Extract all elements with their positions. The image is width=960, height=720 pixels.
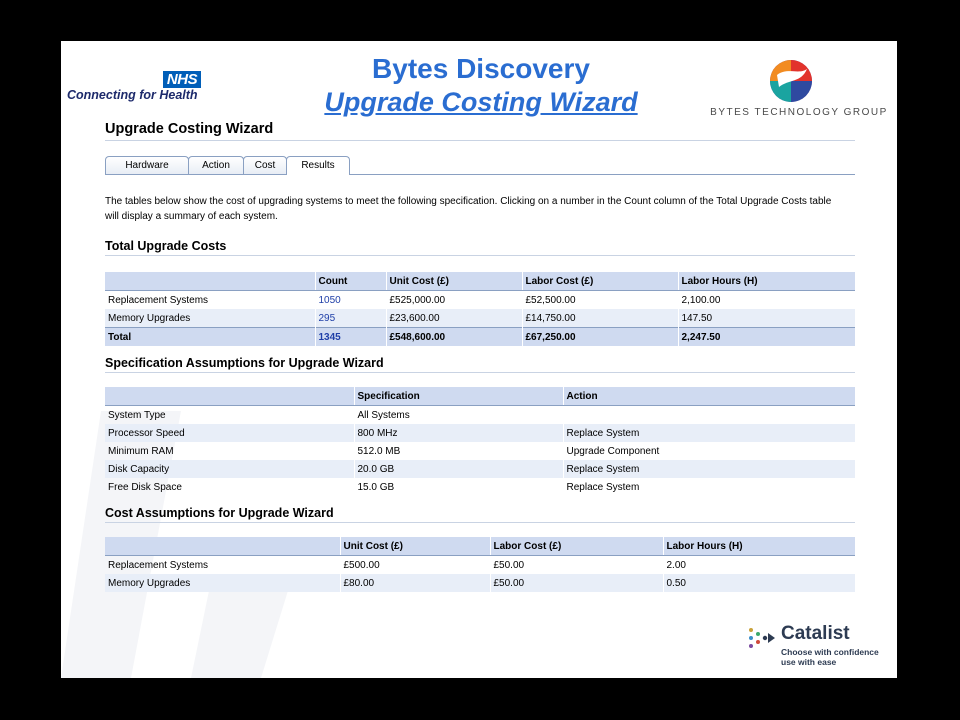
tab-action[interactable]: Action: [188, 156, 244, 174]
count-link[interactable]: 1050: [314, 290, 386, 309]
column-header: Labor Hours (H): [662, 537, 855, 556]
tab-results[interactable]: Results: [286, 156, 350, 175]
catalist-tagline: Choose with confidence use with ease: [781, 647, 891, 667]
column-header: Labor Cost (£): [489, 537, 663, 556]
row-label: Disk Capacity: [105, 460, 354, 478]
table-row: Processor Speed 800 MHz Replace System: [105, 424, 855, 442]
catalist-name: Catalist: [781, 623, 850, 644]
spec-cell: 20.0 GB: [353, 460, 563, 478]
slide: NHS Connecting for Health Bytes Discover…: [61, 41, 897, 678]
table-row: Memory Upgrades £80.00 £50.00 0.50: [105, 574, 855, 592]
tab-cost[interactable]: Cost: [243, 156, 287, 174]
spec-cell: 15.0 GB: [353, 478, 563, 496]
labor-hours-cell: 147.50: [677, 309, 855, 328]
catalist-tagline-line-1: Choose with confidence: [781, 647, 879, 657]
spec-cell: All Systems: [353, 405, 563, 424]
unit-cost-cell: £548,600.00: [385, 327, 522, 346]
table-header-row: Specification Action: [105, 387, 855, 406]
tab-hardware[interactable]: Hardware: [105, 156, 189, 174]
bytes-logo: BYTES TECHNOLOGY GROUP: [709, 57, 889, 123]
wizard-tabs: Hardware Action Cost Results: [105, 156, 855, 175]
row-label: Total: [105, 327, 315, 346]
unit-cost-cell: £500.00: [339, 555, 490, 574]
row-label: System Type: [108, 409, 166, 421]
action-cell: Replace System: [562, 424, 855, 442]
cost-assumptions-heading: Cost Assumptions for Upgrade Wizard: [105, 506, 855, 523]
slide-subtitle-wrap: Upgrade Costing Wizard: [211, 87, 751, 117]
column-header: [105, 272, 315, 291]
row-label: Replacement Systems: [108, 559, 209, 571]
unit-cost-cell: £80.00: [339, 574, 490, 592]
labor-cost-cell: £14,750.00: [521, 309, 678, 328]
count-link[interactable]: 295: [314, 309, 386, 328]
total-costs-heading: Total Upgrade Costs: [105, 239, 855, 256]
table-header-row: Unit Cost (£) Labor Cost (£) Labor Hours…: [105, 537, 855, 556]
labor-hours-cell: 0.50: [662, 574, 855, 592]
table-row: Replacement Systems £500.00 £50.00 2.00: [105, 555, 855, 574]
action-cell: [562, 405, 855, 424]
column-header: [105, 537, 340, 556]
labor-cost-cell: £52,500.00: [521, 290, 678, 309]
spec-cell: 512.0 MB: [353, 442, 563, 460]
wizard-content: Upgrade Costing Wizard Hardware Action C…: [105, 121, 855, 592]
labor-cost-cell: £50.00: [489, 555, 663, 574]
labor-cost-cell: £67,250.00: [521, 327, 678, 346]
spec-assumptions-heading: Specification Assumptions for Upgrade Wi…: [105, 356, 855, 373]
nhs-logo: NHS Connecting for Health: [67, 71, 207, 107]
catalist-arrows-icon: [749, 628, 775, 648]
page-heading: Upgrade Costing Wizard: [105, 121, 855, 141]
spec-assumptions-table: Specification Action System Type All Sys…: [105, 387, 855, 496]
table-row: Replacement Systems 1050 £525,000.00 £52…: [105, 290, 855, 309]
column-header: [105, 387, 354, 406]
action-cell: Upgrade Component: [562, 442, 855, 460]
table-row: Disk Capacity 20.0 GB Replace System: [105, 460, 855, 478]
spec-cell: 800 MHz: [353, 424, 563, 442]
table-header-row: Count Unit Cost (£) Labor Cost (£) Labor…: [105, 272, 855, 291]
labor-cost-cell: £50.00: [489, 574, 663, 592]
count-link[interactable]: 1345: [314, 327, 386, 346]
catalist-tagline-line-2: use with ease: [781, 657, 837, 667]
labor-hours-cell: 2.00: [662, 555, 855, 574]
nhs-tagline: Connecting for Health: [67, 88, 198, 102]
action-cell: Replace System: [562, 478, 855, 496]
column-header: Labor Hours (H): [677, 272, 855, 291]
catalist-logo: Catalist Choose with confidence use with…: [747, 623, 887, 673]
table-row: Free Disk Space 15.0 GB Replace System: [105, 478, 855, 496]
unit-cost-cell: £525,000.00: [385, 290, 522, 309]
row-label: Minimum RAM: [108, 445, 174, 457]
column-header: Unit Cost (£): [339, 537, 490, 556]
unit-cost-cell: £23,600.00: [385, 309, 522, 328]
column-header: Labor Cost (£): [521, 272, 678, 291]
labor-hours-cell: 2,100.00: [677, 290, 855, 309]
column-header: Action: [562, 387, 855, 406]
bytes-logo-icon: [770, 60, 812, 102]
table-row: System Type All Systems: [105, 405, 855, 424]
nhs-badge: NHS: [163, 71, 201, 88]
column-header: Unit Cost (£): [385, 272, 522, 291]
cost-assumptions-table: Unit Cost (£) Labor Cost (£) Labor Hours…: [105, 537, 855, 592]
table-row: Memory Upgrades 295 £23,600.00 £14,750.0…: [105, 309, 855, 328]
intro-text: The tables below show the cost of upgrad…: [105, 196, 832, 222]
row-label: Memory Upgrades: [105, 574, 340, 592]
total-costs-table: Count Unit Cost (£) Labor Cost (£) Labor…: [105, 272, 855, 346]
column-header: Count: [314, 272, 386, 291]
total-row: Total 1345 £548,600.00 £67,250.00 2,247.…: [105, 327, 855, 346]
table-row: Minimum RAM 512.0 MB Upgrade Component: [105, 442, 855, 460]
labor-hours-cell: 2,247.50: [677, 327, 855, 346]
row-label: Replacement Systems: [108, 294, 209, 306]
bytes-brand-text: BYTES TECHNOLOGY GROUP: [710, 107, 888, 118]
row-label: Memory Upgrades: [105, 309, 315, 328]
row-label: Processor Speed: [105, 424, 354, 442]
slide-title: Bytes Discovery: [372, 53, 590, 84]
slide-subtitle: Upgrade Costing Wizard: [324, 87, 638, 117]
column-header: Specification: [353, 387, 563, 406]
row-label: Free Disk Space: [108, 481, 182, 493]
action-cell: Replace System: [562, 460, 855, 478]
